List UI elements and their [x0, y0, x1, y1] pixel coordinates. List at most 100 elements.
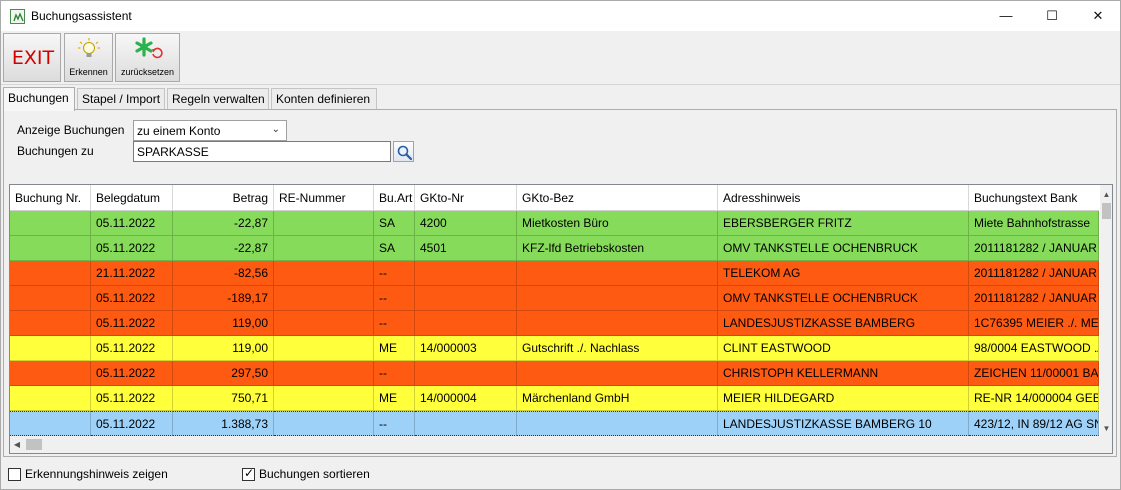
- buchungen-zu-input[interactable]: SPARKASSE: [133, 141, 391, 162]
- cell-buchungstext-bank[interactable]: 98/0004 EASTWOOD ./.: [969, 336, 1099, 361]
- cell-gkto-bez[interactable]: [517, 261, 718, 286]
- cell-belegdatum[interactable]: 05.11.2022: [91, 411, 173, 436]
- table-row[interactable]: 05.11.2022 1.388,73 -- LANDESJUSTIZKASSE BA…: [10, 411, 1099, 436]
- cell-gkto-nr[interactable]: [415, 286, 517, 311]
- cell-adresshinweis[interactable]: LANDESJUSTIZKASSE BAMBERG: [718, 311, 969, 336]
- cell-buchung-nr[interactable]: [10, 261, 91, 286]
- cell-gkto-nr[interactable]: 4200: [415, 211, 517, 236]
- erkennen-button[interactable]: Erkennen: [64, 33, 113, 82]
- cell-bu-art[interactable]: --: [374, 361, 415, 386]
- cell-re-nummer[interactable]: [274, 211, 374, 236]
- buchungen-sortieren-label[interactable]: Buchungen sortieren: [259, 467, 370, 481]
- cell-re-nummer[interactable]: [274, 286, 374, 311]
- cell-betrag[interactable]: -189,17: [173, 286, 274, 311]
- cell-buchung-nr[interactable]: [10, 286, 91, 311]
- search-button[interactable]: [393, 141, 414, 162]
- cell-betrag[interactable]: 1.388,73: [173, 411, 274, 436]
- column-header-betrag[interactable]: Betrag: [173, 185, 274, 211]
- cell-re-nummer[interactable]: [274, 311, 374, 336]
- column-header-buchung-nr[interactable]: Buchung Nr.: [10, 185, 91, 211]
- cell-belegdatum[interactable]: 05.11.2022: [91, 236, 173, 261]
- cell-belegdatum[interactable]: 05.11.2022: [91, 336, 173, 361]
- cell-belegdatum[interactable]: 05.11.2022: [91, 386, 173, 411]
- cell-betrag[interactable]: 119,00: [173, 311, 274, 336]
- cell-gkto-bez[interactable]: Märchenland GmbH: [517, 386, 718, 411]
- cell-buchungstext-bank[interactable]: 2011181282 / JANUAR: [969, 286, 1099, 311]
- cell-re-nummer[interactable]: [274, 361, 374, 386]
- cell-gkto-bez[interactable]: Mietkosten Büro: [517, 211, 718, 236]
- cell-buchung-nr[interactable]: [10, 411, 91, 436]
- cell-betrag[interactable]: -82,56: [173, 261, 274, 286]
- cell-belegdatum[interactable]: 05.11.2022: [91, 361, 173, 386]
- cell-buchungstext-bank[interactable]: Miete Bahnhofstrasse: [969, 211, 1099, 236]
- cell-gkto-nr[interactable]: 14/000003: [415, 336, 517, 361]
- column-header-gkto-bez[interactable]: GKto-Bez: [517, 185, 718, 211]
- column-header-bu-art[interactable]: Bu.Art: [374, 185, 415, 211]
- cell-bu-art[interactable]: --: [374, 286, 415, 311]
- cell-belegdatum[interactable]: 05.11.2022: [91, 286, 173, 311]
- cell-adresshinweis[interactable]: TELEKOM AG: [718, 261, 969, 286]
- cell-bu-art[interactable]: ME: [374, 336, 415, 361]
- exit-button[interactable]: EXIT: [3, 33, 61, 82]
- cell-adresshinweis[interactable]: CLINT EASTWOOD: [718, 336, 969, 361]
- cell-bu-art[interactable]: SA: [374, 211, 415, 236]
- cell-bu-art[interactable]: ME: [374, 386, 415, 411]
- vertical-scrollbar[interactable]: ▲ ▼: [1100, 185, 1112, 436]
- cell-adresshinweis[interactable]: EBERSBERGER FRITZ: [718, 211, 969, 236]
- table-row[interactable]: 05.11.2022 297,50 -- CHRISTOPH KELLERMANN ZE…: [10, 361, 1099, 386]
- cell-gkto-bez[interactable]: [517, 311, 718, 336]
- cell-adresshinweis[interactable]: OMV TANKSTELLE OCHENBRUCK: [718, 286, 969, 311]
- cell-bu-art[interactable]: --: [374, 411, 415, 436]
- cell-adresshinweis[interactable]: MEIER HILDEGARD: [718, 386, 969, 411]
- cell-re-nummer[interactable]: [274, 336, 374, 361]
- cell-bu-art[interactable]: --: [374, 261, 415, 286]
- cell-adresshinweis[interactable]: CHRISTOPH KELLERMANN: [718, 361, 969, 386]
- cell-buchung-nr[interactable]: [10, 236, 91, 261]
- vertical-scroll-thumb[interactable]: [1102, 203, 1111, 219]
- cell-buchungstext-bank[interactable]: ZEICHEN 11/00001 BA: [969, 361, 1099, 386]
- cell-adresshinweis[interactable]: LANDESJUSTIZKASSE BAMBERG 10: [718, 411, 969, 436]
- cell-betrag[interactable]: -22,87: [173, 211, 274, 236]
- column-header-re-nummer[interactable]: RE-Nummer: [274, 185, 374, 211]
- cell-buchungstext-bank[interactable]: RE-NR 14/000004 GEB: [969, 386, 1099, 411]
- cell-gkto-nr[interactable]: 4501: [415, 236, 517, 261]
- horizontal-scroll-thumb[interactable]: [26, 439, 42, 450]
- minimize-button[interactable]: —: [983, 1, 1029, 31]
- cell-gkto-nr[interactable]: [415, 361, 517, 386]
- cell-re-nummer[interactable]: [274, 236, 374, 261]
- cell-buchungstext-bank[interactable]: 423/12, IN 89/12 AG SN: [969, 411, 1099, 436]
- cell-belegdatum[interactable]: 05.11.2022: [91, 311, 173, 336]
- cell-buchung-nr[interactable]: [10, 311, 91, 336]
- tab-stapel-import[interactable]: Stapel / Import: [77, 88, 165, 110]
- cell-buchung-nr[interactable]: [10, 211, 91, 236]
- erkennungshinweis-label[interactable]: Erkennungshinweis zeigen: [25, 467, 168, 481]
- scroll-left-icon[interactable]: ◀: [10, 436, 24, 453]
- reset-button[interactable]: zurücksetzen: [115, 33, 180, 82]
- column-header-belegdatum[interactable]: Belegdatum: [91, 185, 173, 211]
- cell-gkto-nr[interactable]: [415, 311, 517, 336]
- table-row[interactable]: 21.11.2022 -82,56 -- TELEKOM AG 2011181282 /…: [10, 261, 1099, 286]
- column-header-gkto-nr[interactable]: GKto-Nr: [415, 185, 517, 211]
- table-row[interactable]: 05.11.2022 -22,87 SA 4501 KFZ-lfd Betriebsko…: [10, 236, 1099, 261]
- cell-gkto-nr[interactable]: [415, 261, 517, 286]
- cell-bu-art[interactable]: SA: [374, 236, 415, 261]
- table-row[interactable]: 05.11.2022 119,00 ME 14/000003 Gutschrift ./…: [10, 336, 1099, 361]
- cell-belegdatum[interactable]: 05.11.2022: [91, 211, 173, 236]
- tab-regeln-verwalten[interactable]: Regeln verwalten: [167, 88, 269, 110]
- cell-buchung-nr[interactable]: [10, 336, 91, 361]
- cell-gkto-nr[interactable]: [415, 411, 517, 436]
- table-row[interactable]: 05.11.2022 750,71 ME 14/000004 Märchenland G…: [10, 386, 1099, 411]
- cell-gkto-bez[interactable]: KFZ-lfd Betriebskosten: [517, 236, 718, 261]
- buchungen-sortieren-checkbox[interactable]: ✓: [242, 466, 255, 481]
- cell-betrag[interactable]: 297,50: [173, 361, 274, 386]
- erkennungshinweis-checkbox[interactable]: [8, 468, 21, 481]
- cell-re-nummer[interactable]: [274, 261, 374, 286]
- cell-adresshinweis[interactable]: OMV TANKSTELLE OCHENBRUCK: [718, 236, 969, 261]
- anzeige-buchungen-select[interactable]: zu einem Konto ⌄: [133, 120, 287, 141]
- cell-betrag[interactable]: 119,00: [173, 336, 274, 361]
- cell-gkto-bez[interactable]: [517, 286, 718, 311]
- cell-re-nummer[interactable]: [274, 411, 374, 436]
- table-row[interactable]: 05.11.2022 -22,87 SA 4200 Mietkosten Büro EBE…: [10, 211, 1099, 236]
- tab-konten-definieren[interactable]: Konten definieren: [271, 88, 377, 110]
- cell-gkto-nr[interactable]: 14/000004: [415, 386, 517, 411]
